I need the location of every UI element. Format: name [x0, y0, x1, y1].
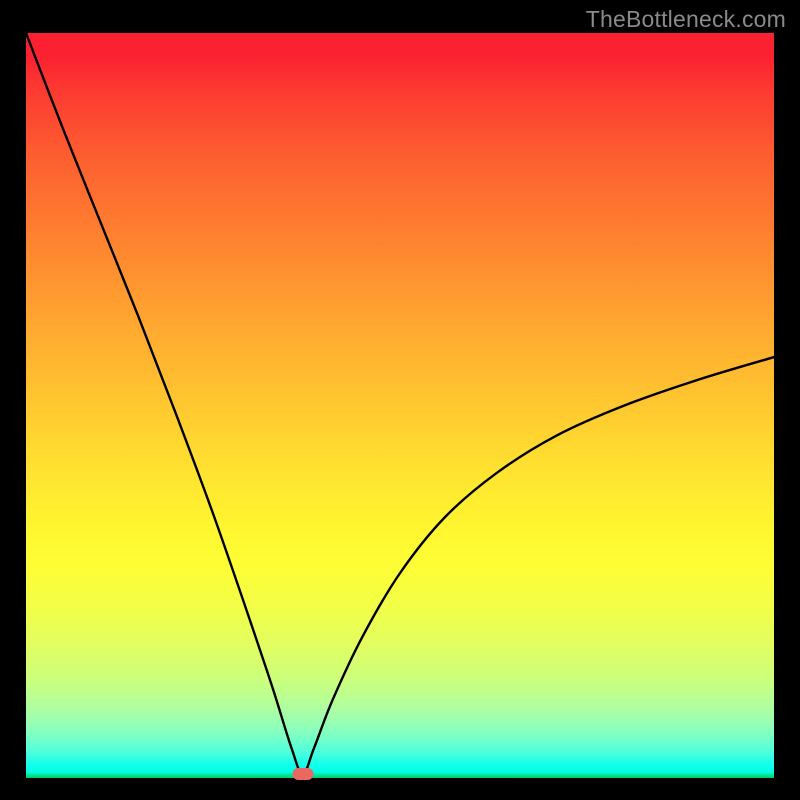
bottleneck-curve	[26, 33, 774, 774]
plot-area	[26, 33, 774, 778]
curve-svg	[26, 33, 774, 778]
optimum-marker	[292, 768, 313, 780]
watermark-text: TheBottleneck.com	[586, 6, 786, 33]
chart-container: TheBottleneck.com	[0, 0, 800, 800]
